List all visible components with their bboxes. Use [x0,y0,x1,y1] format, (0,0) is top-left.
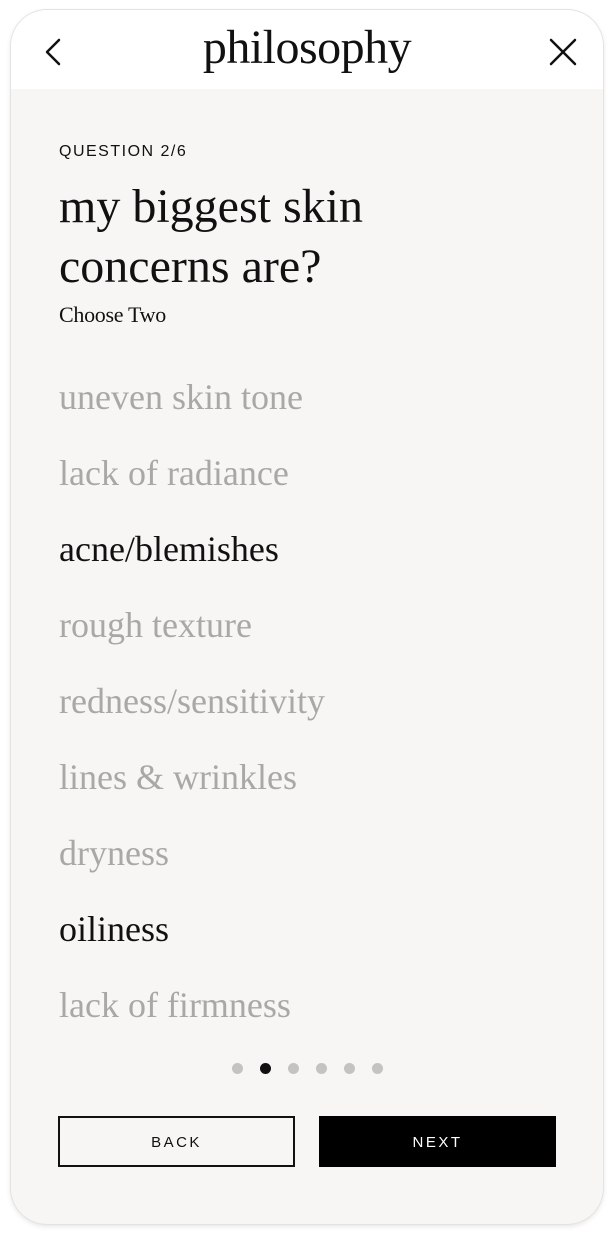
next-button[interactable]: NEXT [319,1116,556,1167]
close-icon [549,38,577,66]
progress-dot [287,1063,299,1074]
close-button[interactable] [545,34,581,70]
brand-logo: philosophy [202,21,412,74]
progress-dot [259,1063,271,1074]
option-dryness[interactable]: dryness [59,815,325,891]
option-acne-blemishes[interactable]: acne/blemishes [59,511,325,587]
option-uneven-skin-tone[interactable]: uneven skin tone [59,359,325,435]
option-oiliness[interactable]: oiliness [59,891,325,967]
progress-dot [343,1063,355,1074]
option-lack-of-firmness[interactable]: lack of firmness [59,967,325,1043]
question-title: my biggest skin concerns are? [59,180,364,293]
question-instructions: Choose Two [59,302,166,327]
progress-dot [371,1063,383,1074]
progress-dot [231,1063,243,1074]
answer-options: uneven skin tone lack of radiance acne/b… [59,359,325,1043]
progress-dots [11,1063,603,1074]
option-rough-texture[interactable]: rough texture [59,587,325,663]
progress-dot [315,1063,327,1074]
option-redness-sensitivity[interactable]: redness/sensitivity [59,663,325,739]
back-button[interactable]: BACK [58,1116,295,1167]
header: philosophy [11,10,603,89]
question-number: QUESTION 2/6 [59,143,188,160]
option-lack-of-radiance[interactable]: lack of radiance [59,435,325,511]
option-lines-wrinkles[interactable]: lines & wrinkles [59,739,325,815]
quiz-screen: philosophy QUESTION 2/6 my biggest skin … [11,10,603,1224]
